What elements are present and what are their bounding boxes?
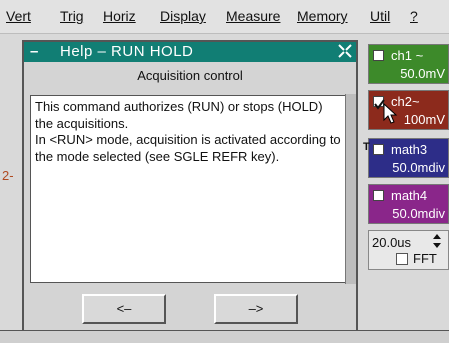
menu-bar: Vert Trig Horiz Display Measure Memory U… — [0, 0, 449, 34]
menu-vert[interactable]: Vert — [6, 8, 31, 24]
bottom-scrollbar[interactable] — [0, 330, 449, 343]
menu-help[interactable]: ? — [410, 8, 418, 24]
help-text-area[interactable]: This command authorizes (RUN) or stops (… — [30, 95, 346, 283]
help-paragraph: In <RUN> mode, acquisition is activated … — [35, 132, 341, 164]
close-icon[interactable] — [338, 44, 352, 58]
help-scrollbar[interactable] — [345, 94, 356, 284]
next-button[interactable]: –> — [214, 294, 298, 324]
help-paragraph: This command authorizes (RUN) or stops (… — [35, 99, 323, 131]
math4-name: math4 — [391, 188, 428, 203]
math4-scale: 50.0mdiv — [392, 206, 445, 221]
timebase-value: 20.0us — [372, 235, 412, 250]
menu-display[interactable]: Display — [160, 8, 206, 24]
minimize-icon[interactable]: – — [30, 44, 40, 59]
menu-trig[interactable]: Trig — [60, 8, 84, 24]
spinner-icon[interactable] — [432, 233, 442, 252]
channel-ch1[interactable]: ch1 ~ 50.0mV — [368, 44, 449, 84]
math3-name: math3 — [391, 142, 428, 157]
fft-checkbox[interactable] — [396, 253, 408, 265]
math3-scale: 50.0mdiv — [392, 160, 445, 175]
menu-measure[interactable]: Measure — [226, 8, 280, 24]
fft-label: FFT — [413, 251, 437, 266]
menu-horiz[interactable]: Horiz — [103, 8, 136, 24]
channel-math4[interactable]: math4 50.0mdiv — [368, 184, 449, 224]
math4-checkbox[interactable] — [373, 190, 384, 201]
channel-ch2[interactable]: ch2~ 100mV — [368, 90, 449, 130]
help-title: Help – RUN HOLD — [60, 43, 194, 60]
ch1-checkbox[interactable] — [373, 50, 384, 61]
menu-util[interactable]: Util — [370, 8, 390, 24]
help-titlebar[interactable]: – Help – RUN HOLD — [24, 42, 356, 62]
ch1-name: ch1 ~ — [391, 48, 424, 63]
mouse-pointer-icon — [383, 103, 398, 124]
ch2-scale: 100mV — [403, 112, 445, 127]
channel-math3[interactable]: math3 50.0mdiv — [368, 138, 449, 178]
ch2-level-marker: 2- — [2, 168, 14, 183]
help-subtitle: Acquisition control — [137, 68, 243, 83]
menu-memory[interactable]: Memory — [297, 8, 348, 24]
trigger-marker: T — [363, 141, 370, 153]
previous-button[interactable]: <– — [82, 294, 166, 324]
channel-panel: ch1 ~ 50.0mV ch2~ 100mV math3 50.0mdiv m… — [363, 40, 449, 275]
timebase-control[interactable]: 20.0us FFT — [368, 230, 449, 270]
math3-checkbox[interactable] — [373, 144, 384, 155]
help-window: – Help – RUN HOLD Acquisition control Th… — [22, 40, 358, 336]
ch1-scale: 50.0mV — [400, 66, 445, 81]
